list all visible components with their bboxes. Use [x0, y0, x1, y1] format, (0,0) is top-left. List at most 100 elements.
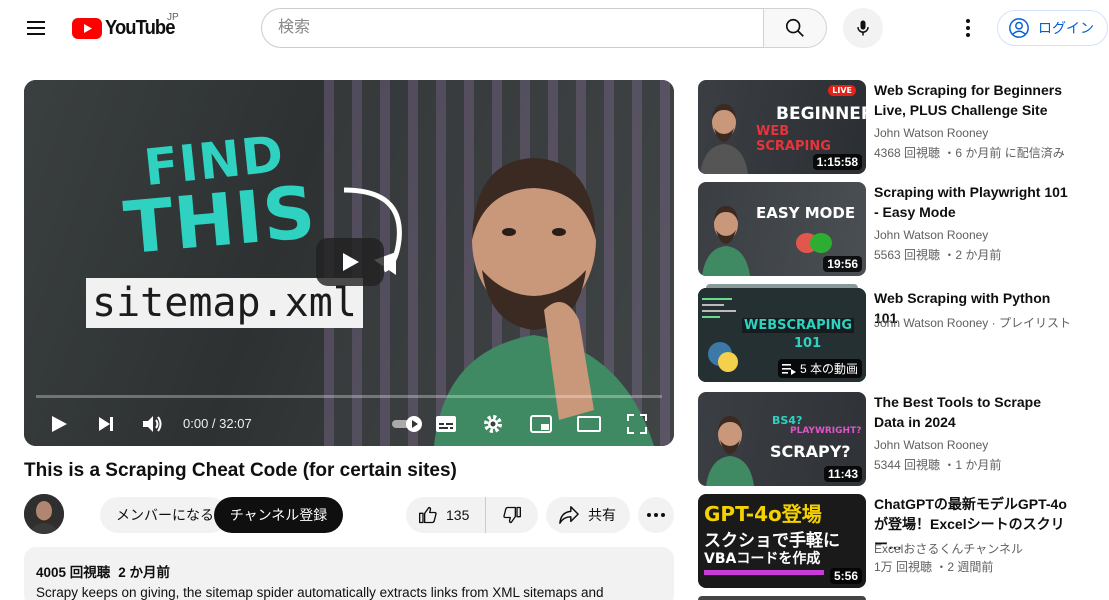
progress-bar[interactable]: [36, 395, 662, 398]
recommended-channel: John Watson Rooney: [874, 438, 989, 452]
play-button[interactable]: [45, 410, 73, 438]
recommended-thumbnail-partial[interactable]: [698, 596, 866, 600]
thumbs-down-icon: [503, 506, 521, 524]
share-icon: [559, 506, 579, 524]
video-player[interactable]: FIND THIS sitemap.xml 0:00 / 32:07: [24, 80, 674, 446]
theater-mode-button[interactable]: [575, 410, 603, 438]
recommended-meta: 1万 回視聴 ・2 週間前: [874, 560, 994, 574]
settings-kebab-icon[interactable]: [952, 12, 984, 44]
masthead: YouTube JP ログイン: [0, 0, 1109, 56]
thumbnail-person-figure: [702, 206, 750, 276]
recommended-video[interactable]: LIVE BEGINNER WEB SCRAPING 1:15:58 Web S…: [698, 80, 1098, 176]
youtube-logo[interactable]: YouTube: [72, 14, 181, 42]
gear-icon: [484, 415, 502, 433]
recommended-video[interactable]: EASY MODE 19:56 Scraping with Playwright…: [698, 182, 1098, 278]
next-button[interactable]: [92, 410, 120, 438]
menu-icon[interactable]: [20, 12, 52, 44]
recommended-channel: John Watson Rooney · プレイリスト: [874, 316, 1071, 330]
login-button[interactable]: ログイン: [997, 10, 1108, 46]
dislike-button[interactable]: [486, 497, 538, 533]
subtitles-button[interactable]: [432, 410, 460, 438]
join-membership-button[interactable]: メンバーになる: [100, 497, 228, 533]
recommended-title: The Best Tools to Scrape Data in 2024: [874, 394, 1041, 430]
skip-next-icon: [99, 417, 113, 431]
theater-mode-icon: [577, 416, 601, 432]
recommended-thumbnail: EASY MODE 19:56: [698, 182, 866, 276]
more-actions-icon[interactable]: [638, 497, 674, 533]
voice-search-button[interactable]: [843, 8, 883, 48]
search-button[interactable]: [763, 8, 827, 48]
thumbnail-text: VBAコードを作成: [704, 551, 821, 567]
recommended-video[interactable]: GPT-4o登場 スクショで手軽に VBAコードを作成 5:56 ChatGPT…: [698, 494, 1098, 590]
video-duration: 1:15:58: [812, 154, 862, 170]
like-count: 135: [446, 507, 470, 523]
thumbs-up-icon: [419, 506, 437, 524]
account-icon: [1009, 18, 1029, 38]
recommended-video[interactable]: BS4? PLAYWRIGHT? SCRAPY? 11:43 The Best …: [698, 392, 1098, 488]
recommended-playlist[interactable]: WEBSCRAPING 101 5 本の動画 Web Scraping with…: [698, 284, 1098, 384]
region-code: JP: [167, 12, 179, 23]
miniplayer-button[interactable]: [527, 410, 555, 438]
live-badge: LIVE: [828, 85, 856, 96]
recommended-channel: Excelおさるくんチャンネル: [874, 542, 1023, 556]
mute-button[interactable]: [139, 410, 167, 438]
recommended-meta: 4368 回視聴 ・6 か月前 に配信済み: [874, 146, 1065, 160]
play-icon: [52, 416, 67, 432]
miniplayer-icon: [530, 415, 552, 433]
like-button[interactable]: 135: [406, 497, 486, 533]
recommended-channel: John Watson Rooney: [874, 126, 989, 140]
playwright-masks-icon: [796, 233, 832, 253]
video-title: This is a Scraping Cheat Code (for certa…: [24, 460, 457, 481]
time-display: 0:00 / 32:07: [183, 416, 252, 431]
microphone-icon: [857, 20, 869, 36]
thumbnail-text: EASY MODE: [756, 204, 856, 222]
video-duration: 5:56: [829, 568, 862, 584]
youtube-play-logo-icon: [72, 17, 102, 39]
description-text: Scrapy keeps on giving, the sitemap spid…: [36, 585, 604, 600]
playlist-count-badge: 5 本の動画: [777, 359, 862, 378]
channel-avatar[interactable]: [24, 494, 64, 534]
large-play-button[interactable]: [316, 238, 384, 286]
recommended-thumbnail: WEBSCRAPING 101 5 本の動画: [698, 288, 866, 382]
recommended-thumbnail: LIVE BEGINNER WEB SCRAPING 1:15:58: [698, 80, 866, 174]
join-membership-label: メンバーになる: [116, 507, 214, 523]
thumbnail-text: PLAYWRIGHT?: [790, 426, 862, 436]
playlist-icon: [781, 363, 796, 375]
description-meta: 4005 回視聴 2 か月前: [36, 561, 662, 581]
playlist-video-count: 5 本の動画: [799, 362, 858, 376]
recommended-thumbnail: GPT-4o登場 スクショで手軽に VBAコードを作成 5:56: [698, 494, 866, 588]
thumbnail-text: 101: [794, 336, 822, 351]
autoplay-toggle[interactable]: [380, 410, 436, 438]
share-button[interactable]: 共有: [546, 497, 630, 533]
player-controls: 0:00 / 32:07: [24, 402, 674, 446]
search-icon: [785, 18, 804, 37]
fullscreen-icon: [627, 414, 647, 434]
recommended-title: Scraping with Playwright 101 - Easy Mode: [874, 184, 1068, 220]
thumbnail-person-figure: [700, 104, 748, 174]
video-duration: 11:43: [823, 466, 862, 482]
description-box[interactable]: 4005 回視聴 2 か月前 Scrapy keeps on giving, th…: [24, 547, 674, 600]
subtitles-icon: [436, 416, 456, 432]
autoplay-toggle-icon: [392, 416, 422, 432]
settings-button[interactable]: [479, 410, 507, 438]
upload-date: 2 か月前: [118, 565, 171, 580]
fullscreen-button[interactable]: [623, 410, 651, 438]
recommended-meta: 5563 回視聴 ・2 か月前: [874, 248, 1002, 262]
subscribe-label: チャンネル登録: [229, 507, 328, 523]
channel-avatar-image: [24, 494, 64, 534]
thumbnail-text: WEB SCRAPING: [756, 124, 831, 154]
logo-text: YouTube: [105, 16, 175, 39]
recommended-channel: John Watson Rooney: [874, 228, 989, 242]
login-label: ログイン: [1038, 20, 1094, 36]
search-input[interactable]: [261, 8, 763, 48]
like-dislike-group: 135: [406, 497, 538, 533]
thumbnail-code-text: sitemap.xml: [86, 278, 363, 328]
thumbnail-text: BEGINNER: [776, 104, 866, 124]
recommended-meta: 5344 回視聴 ・1 か月前: [874, 458, 1002, 472]
thumbnail-person-figure: [706, 416, 754, 486]
thumbnail-text: SCRAPY?: [770, 442, 851, 461]
subscribe-button[interactable]: チャンネル登録: [214, 497, 343, 533]
recommended-thumbnail: BS4? PLAYWRIGHT? SCRAPY? 11:43: [698, 392, 866, 486]
thumbnail-this-text: THIS: [120, 169, 320, 271]
video-duration: 19:56: [823, 256, 862, 272]
